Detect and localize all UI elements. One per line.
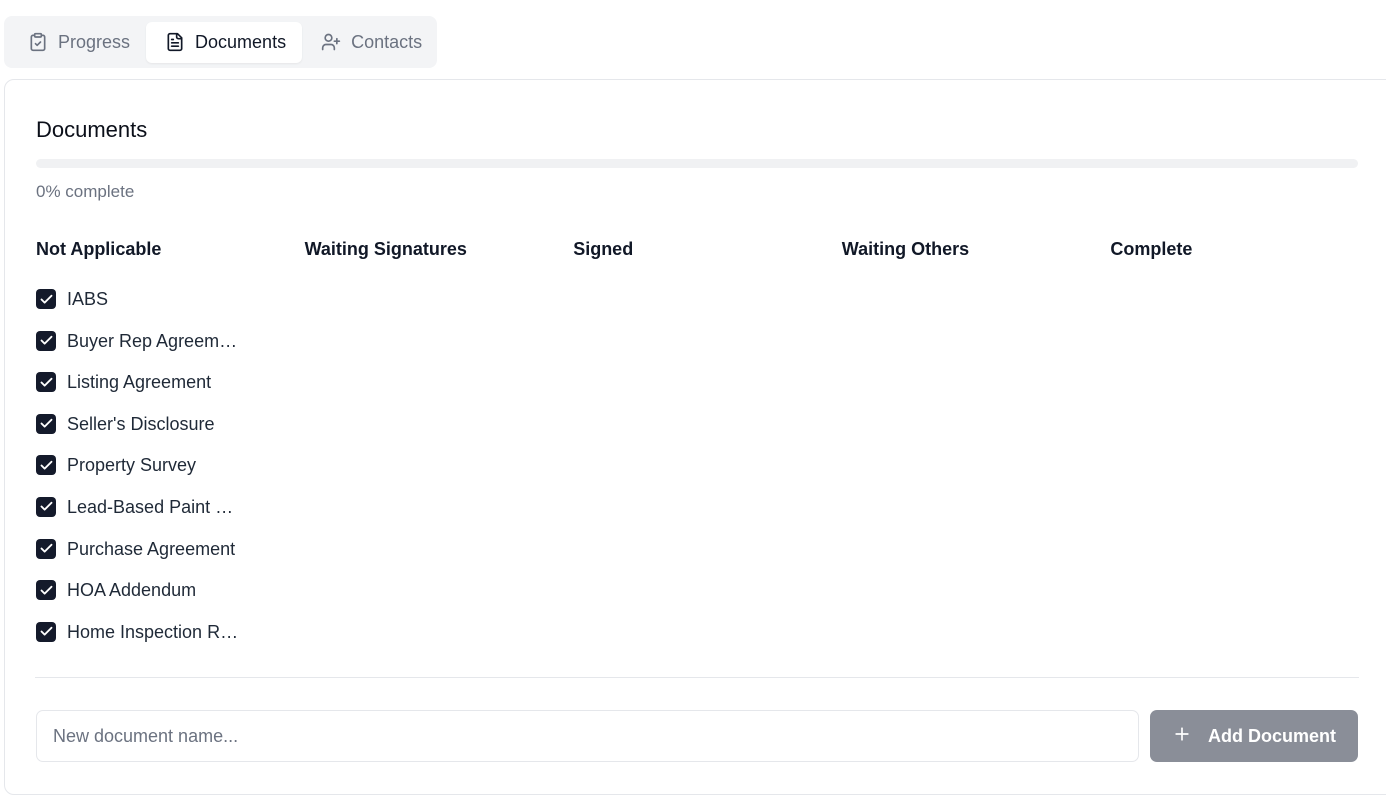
- document-item: Buyer Rep Agreement: [36, 330, 305, 372]
- tab-documents[interactable]: Documents: [146, 21, 303, 63]
- progress-bar: [36, 159, 1358, 168]
- check-icon: [40, 377, 52, 387]
- document-checkbox[interactable]: [36, 413, 56, 434]
- check-icon: [40, 543, 52, 553]
- document-label: IABS: [67, 289, 109, 309]
- document-item: Seller's Disclosure: [36, 413, 305, 455]
- document-item: Listing Agreement: [36, 371, 305, 413]
- tab-contacts[interactable]: Contacts: [302, 22, 438, 63]
- document-label: Lead-Based Paint Disclosure: [67, 496, 243, 517]
- plus-icon: [1172, 724, 1192, 749]
- file-text-icon: [165, 32, 185, 52]
- check-icon: [40, 502, 52, 512]
- document-checkbox[interactable]: [36, 496, 56, 517]
- card-title: Documents: [36, 117, 148, 142]
- status-column: Waiting Others: [842, 239, 1111, 662]
- divider: [35, 677, 1359, 678]
- document-checkbox[interactable]: [36, 372, 56, 393]
- column-header: Waiting Others: [841, 239, 970, 259]
- tab-label: Contacts: [351, 31, 423, 52]
- clipboard-check-icon: [28, 32, 48, 52]
- document-label: Property Survey: [67, 455, 197, 476]
- column-header: Signed: [573, 239, 634, 259]
- check-icon: [40, 627, 52, 636]
- document-checkbox[interactable]: [36, 580, 56, 601]
- document-item: Purchase Agreement: [36, 538, 305, 580]
- document-item: Lead-Based Paint Disclosure: [36, 496, 305, 538]
- tab-progress[interactable]: Progress: [9, 22, 146, 63]
- check-icon: [40, 585, 52, 595]
- document-item: Home Inspection Report: [36, 621, 305, 663]
- check-icon: [40, 460, 52, 470]
- document-item: IABS: [36, 288, 305, 330]
- document-label: Buyer Rep Agreement: [67, 330, 243, 351]
- document-list: IABS Buyer Rep Agreement Listing Agreement…: [36, 288, 305, 662]
- tab-label: Documents: [195, 31, 287, 52]
- document-checkbox[interactable]: [36, 289, 56, 309]
- column-header: Waiting Signatures: [304, 239, 467, 259]
- document-label: HOA Addendum: [67, 580, 197, 601]
- tab-list: Progress Documents Contacts: [4, 16, 437, 68]
- progress-text: 0% complete: [36, 182, 135, 201]
- check-icon: [40, 335, 52, 345]
- check-icon: [40, 294, 52, 304]
- add-document-label: Add Document: [1208, 725, 1336, 746]
- tab-label: Progress: [58, 31, 131, 52]
- document-item: Property Survey: [36, 454, 305, 496]
- document-checkbox[interactable]: [36, 455, 56, 476]
- add-document-button[interactable]: Add Document: [1150, 710, 1358, 762]
- document-item: HOA Addendum: [36, 579, 305, 621]
- document-checkbox[interactable]: [36, 538, 56, 559]
- status-columns: Not Applicable IABS Buyer Rep Agreement Lis…: [36, 239, 1381, 662]
- status-column: Waiting Signatures: [305, 239, 574, 662]
- document-checkbox[interactable]: [36, 330, 56, 351]
- document-label: Purchase Agreement: [67, 538, 236, 559]
- status-column: Not Applicable IABS Buyer Rep Agreement Lis…: [36, 239, 305, 662]
- status-column: Complete: [1110, 239, 1379, 662]
- status-column: Signed: [573, 239, 842, 662]
- new-document-input[interactable]: [36, 710, 1139, 762]
- column-header: Not Applicable: [36, 239, 162, 259]
- document-label: Home Inspection Report: [67, 621, 243, 642]
- check-icon: [40, 419, 52, 428]
- documents-card: Documents 0% complete Not Applicable IABS…: [4, 79, 1386, 795]
- document-checkbox[interactable]: [36, 621, 56, 642]
- document-label: Listing Agreement: [67, 372, 212, 393]
- document-label: Seller's Disclosure: [67, 413, 215, 434]
- user-plus-icon: [321, 32, 341, 52]
- column-header: Complete: [1110, 239, 1193, 259]
